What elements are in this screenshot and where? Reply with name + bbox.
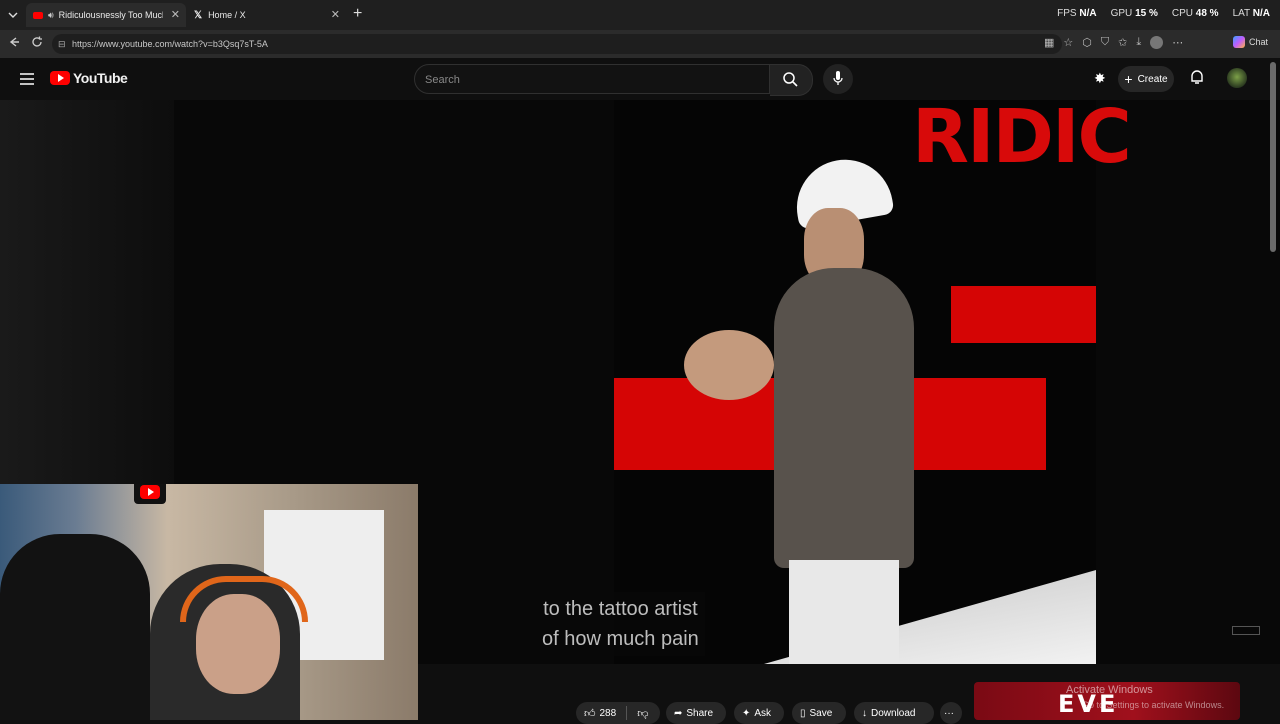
- youtube-play-icon: [50, 71, 70, 85]
- presenter: [684, 152, 914, 664]
- search-input[interactable]: Search: [414, 64, 770, 94]
- address-bar[interactable]: ⊟ https://www.youtube.com/watch?v=b3Qsq7…: [52, 34, 1062, 54]
- hamburger-menu-icon[interactable]: [20, 72, 34, 90]
- stage-red-panel: [951, 286, 1096, 343]
- webcam-overlay: [0, 484, 418, 720]
- webcam-youtube-icon: [134, 484, 166, 504]
- youtube-logo[interactable]: YouTube: [50, 70, 128, 86]
- share-label: Share: [686, 707, 714, 719]
- site-info-icon[interactable]: ⊟: [58, 34, 66, 54]
- back-icon[interactable]: [7, 35, 21, 54]
- youtube-favicon-icon: [33, 11, 43, 19]
- video-frame: RIDIC: [614, 100, 1132, 664]
- speaker-icon[interactable]: 🔊︎: [48, 10, 54, 21]
- more-menu-icon[interactable]: ⋯: [1172, 36, 1183, 49]
- caption-line: of how much pain: [542, 628, 699, 650]
- save-label: Save: [809, 707, 833, 719]
- search-icon: [783, 72, 798, 92]
- share-button[interactable]: ➦ Share: [666, 702, 726, 724]
- activate-windows-subtitle: Go to Settings to activate Windows.: [1082, 700, 1225, 710]
- favorite-icon[interactable]: ☆: [1063, 36, 1073, 49]
- dislike-icon[interactable]: 👎︎: [637, 707, 648, 720]
- cpu-stat: CPU 48 %: [1171, 8, 1219, 19]
- like-count[interactable]: 288: [600, 708, 617, 719]
- copilot-icon: [1233, 36, 1245, 48]
- ask-button[interactable]: ✦ Ask: [734, 702, 784, 724]
- page-scrollbar[interactable]: [1270, 62, 1276, 252]
- tab-x[interactable]: 𝕏 Home / X ✕: [188, 3, 346, 27]
- closed-captions: to the tattoo artist of how much pain: [536, 592, 705, 656]
- performance-overlay: FPS N/A GPU 15 % CPU 48 % LAT N/A: [1057, 8, 1270, 19]
- refresh-icon[interactable]: [30, 35, 44, 54]
- more-icon: ···: [944, 707, 954, 719]
- profile-avatar-icon[interactable]: [1150, 36, 1164, 49]
- gpu-stat: GPU 15 %: [1110, 8, 1158, 19]
- download-button[interactable]: ↓ Download: [854, 702, 934, 724]
- new-tab-button[interactable]: +: [353, 5, 362, 23]
- x-logo-icon: 𝕏: [194, 9, 203, 21]
- activate-windows-title: Activate Windows: [1066, 684, 1153, 696]
- tab-list-icon[interactable]: [6, 8, 20, 22]
- backdrop-sign-text: RIDIC: [912, 100, 1132, 180]
- downloads-icon[interactable]: ⤓: [1136, 36, 1141, 49]
- voice-search-button[interactable]: [823, 64, 853, 94]
- chat-label: Chat: [1249, 37, 1269, 47]
- download-label: Download: [871, 707, 916, 719]
- save-button[interactable]: ▯ Save: [792, 702, 846, 724]
- fps-stat: FPS N/A: [1057, 8, 1097, 19]
- shield-icon[interactable]: ⛉: [1101, 36, 1109, 49]
- like-icon[interactable]: 👍︎: [584, 707, 596, 720]
- youtube-wordmark: YouTube: [73, 70, 128, 86]
- reading-view-icon[interactable]: ▦: [1044, 36, 1054, 49]
- microphone-icon: [833, 71, 843, 92]
- tab-title: Ridiculousnessly Too Much G: [58, 10, 163, 20]
- create-button[interactable]: + Create: [1118, 66, 1174, 92]
- plus-icon: +: [1124, 71, 1133, 87]
- presenter-hoodie: [774, 268, 914, 568]
- presenter-pants: [789, 560, 899, 664]
- browser-toolbar: ⊟ https://www.youtube.com/watch?v=b3Qsq7…: [0, 30, 1280, 58]
- like-dislike-group: 👍︎ 288 👎︎: [576, 702, 660, 724]
- presenter-hands: [684, 330, 774, 400]
- latency-stat: LAT N/A: [1232, 8, 1270, 19]
- copilot-chat-button[interactable]: Chat: [1233, 36, 1268, 48]
- search-button[interactable]: [770, 64, 813, 96]
- tab-youtube[interactable]: 🔊︎ Ridiculousnessly Too Much G ✕: [26, 3, 186, 27]
- favorites-icon[interactable]: ✩: [1118, 36, 1127, 49]
- account-avatar[interactable]: [1227, 68, 1247, 88]
- extension-icon[interactable]: ⬡: [1082, 36, 1092, 49]
- tab-title: Home / X: [208, 10, 246, 20]
- notifications-bell-icon[interactable]: [1190, 69, 1204, 90]
- create-label: Create: [1137, 73, 1168, 85]
- toolbar-icons: ▦ ☆ ⬡ ⛉ ✩ ⤓ ⋯: [1044, 36, 1183, 49]
- channel-watermark: [1232, 626, 1260, 635]
- browser-tab-bar: 🔊︎ Ridiculousnessly Too Much G ✕ 𝕏 Home …: [0, 0, 1280, 30]
- sparkle-icon: ✦: [742, 707, 751, 719]
- close-tab-icon[interactable]: ✕: [171, 8, 180, 21]
- youtube-masthead: YouTube Search ✸ + Create: [0, 58, 1280, 100]
- sponsor-ad-banner[interactable]: EVE Activate Windows Go to Settings to a…: [974, 682, 1240, 720]
- webcam-shadow-figure: [0, 534, 150, 720]
- bookmark-icon: ▯: [800, 707, 806, 719]
- ask-label: Ask: [754, 707, 772, 719]
- caption-line: to the tattoo artist: [543, 598, 698, 620]
- extension-puzzle-icon[interactable]: ✸: [1094, 70, 1106, 87]
- close-tab-icon[interactable]: ✕: [331, 8, 340, 21]
- share-icon: ➦: [674, 707, 683, 719]
- divider: [626, 706, 628, 720]
- download-icon: ↓: [862, 707, 867, 719]
- more-actions-button[interactable]: ···: [940, 702, 962, 724]
- url-text: https://www.youtube.com/watch?v=b3Qsq7sT…: [72, 39, 268, 49]
